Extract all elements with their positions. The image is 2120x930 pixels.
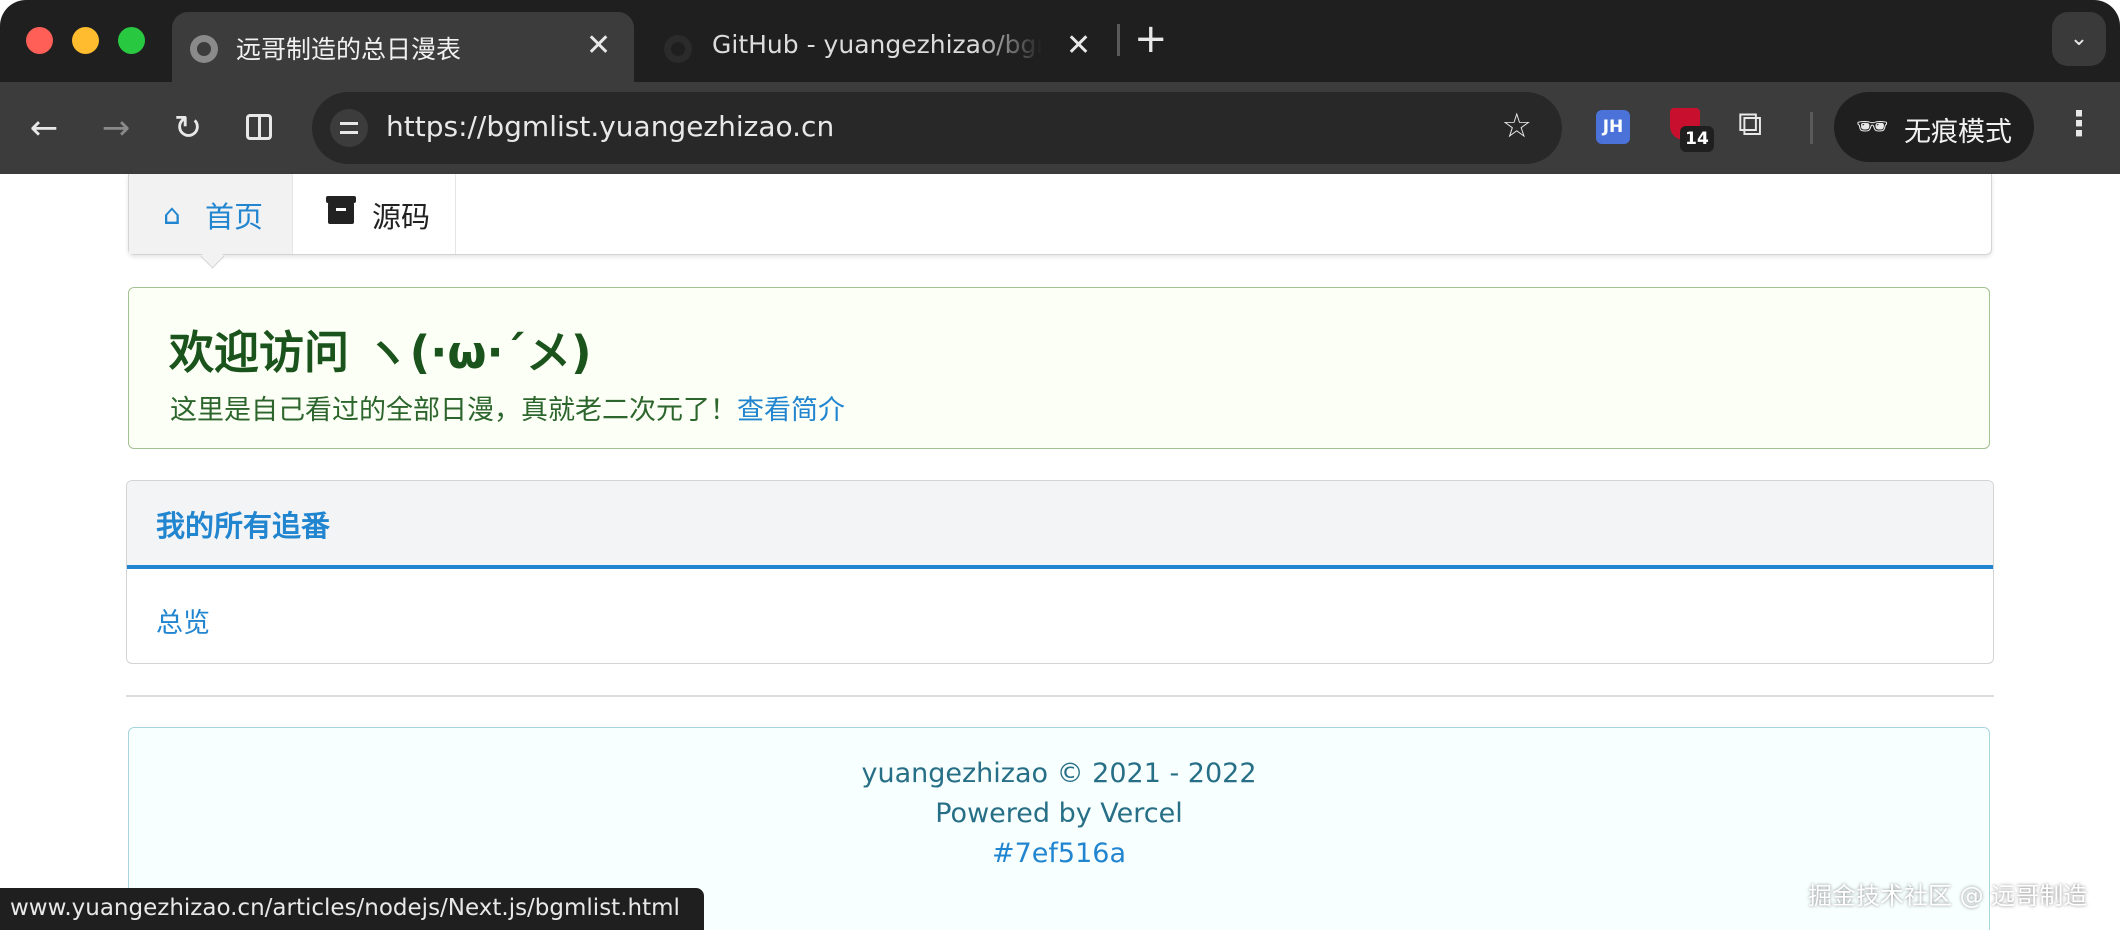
globe-icon — [190, 35, 218, 63]
archive-icon — [326, 196, 356, 224]
back-button[interactable]: ← — [20, 104, 68, 152]
github-icon — [664, 35, 692, 63]
overview-link[interactable]: 总览 — [156, 601, 210, 640]
footer-commit-link[interactable]: #7ef516a — [129, 838, 1989, 869]
new-tab-button[interactable]: + — [1134, 16, 1168, 62]
tab-title: GitHub - yuangezhizao/bgmlist — [712, 30, 1042, 59]
incognito-button[interactable]: 🕶 无痕模式 — [1834, 92, 2034, 162]
menu-item-label: 首页 — [205, 200, 264, 234]
page-content: ⌂ 首页 源码 欢迎访问 ヽ(·ω·´メ) 这里是自己看过的全部日漫，真就老二次… — [0, 174, 2120, 930]
welcome-title: 欢迎访问 ヽ(·ω·´メ) — [169, 326, 592, 379]
segment-header: 我的所有追番 — [127, 481, 1993, 569]
extension-badge: 14 — [1680, 126, 1714, 152]
intro-link[interactable]: 查看简介 — [737, 395, 845, 426]
window-maximize-button[interactable] — [118, 27, 145, 54]
footer-powered: Powered by Vercel — [935, 798, 1183, 829]
tab-bar: 远哥制造的总日漫表 ✕ GitHub - yuangezhizao/bgmlis… — [0, 0, 2120, 82]
welcome-message: 欢迎访问 ヽ(·ω·´メ) 这里是自己看过的全部日漫，真就老二次元了！查看简介 — [128, 287, 1990, 449]
split-view-button[interactable] — [236, 104, 284, 152]
tab-search-button[interactable]: ⌄ — [2052, 12, 2106, 66]
split-view-icon — [246, 114, 272, 140]
jh-extension-icon[interactable]: JH — [1596, 110, 1630, 144]
home-icon: ⌂ — [163, 198, 181, 231]
address-bar[interactable]: https://bgmlist.yuangezhizao.cn ☆ — [312, 92, 1562, 164]
tab-separator — [1117, 24, 1120, 56]
window-minimize-button[interactable] — [72, 27, 99, 54]
url-text[interactable]: https://bgmlist.yuangezhizao.cn — [386, 110, 834, 143]
toolbar-separator — [1810, 112, 1813, 144]
menu-item-home[interactable]: ⌂ 首页 — [129, 174, 293, 254]
extensions-puzzle-icon[interactable]: ⧉ — [1738, 104, 1762, 144]
tab-close-icon[interactable]: ✕ — [1066, 28, 1091, 64]
divider — [126, 695, 1994, 697]
segment-title: 我的所有追番 — [156, 509, 331, 543]
footer-copyright: yuangezhizao © 2021 - 2022 — [861, 758, 1257, 789]
tab-title: 远哥制造的总日漫表 — [236, 35, 462, 64]
welcome-text: 这里是自己看过的全部日漫，真就老二次元了！查看简介 — [170, 388, 845, 427]
site-settings-icon[interactable] — [330, 109, 368, 147]
watermark-text: 掘金技术社区 @ 远哥制造 — [1808, 882, 2088, 910]
menu-item-label: 源码 — [372, 200, 431, 234]
tab-active[interactable]: 远哥制造的总日漫表 ✕ — [172, 12, 634, 82]
forward-button[interactable]: → — [92, 104, 140, 152]
bookmark-star-icon[interactable]: ☆ — [1502, 106, 1532, 146]
incognito-label: 无痕模式 — [1904, 117, 2012, 148]
menu-item-source[interactable]: 源码 — [292, 174, 456, 254]
browser-toolbar: ← → ↻ https://bgmlist.yuangezhizao.cn ☆ … — [0, 82, 2120, 174]
status-bar: www.yuangezhizao.cn/articles/nodejs/Next… — [0, 888, 704, 930]
incognito-icon: 🕶 — [1856, 112, 1890, 142]
window-close-button[interactable] — [26, 27, 53, 54]
status-url: www.yuangezhizao.cn/articles/nodejs/Next… — [10, 895, 680, 921]
welcome-body: 这里是自己看过的全部日漫，真就老二次元了！ — [170, 395, 737, 426]
top-menu: ⌂ 首页 源码 — [128, 174, 1992, 255]
reload-button[interactable]: ↻ — [164, 104, 212, 152]
menu-kebab-icon[interactable]: ⋮ — [2062, 104, 2096, 144]
browser-window: 远哥制造的总日漫表 ✕ GitHub - yuangezhizao/bgmlis… — [0, 0, 2120, 930]
tab-github[interactable]: GitHub - yuangezhizao/bgmlist ✕ — [646, 12, 1096, 82]
tab-close-icon[interactable]: ✕ — [586, 28, 611, 64]
anime-segment: 我的所有追番 总览 — [126, 480, 1994, 664]
